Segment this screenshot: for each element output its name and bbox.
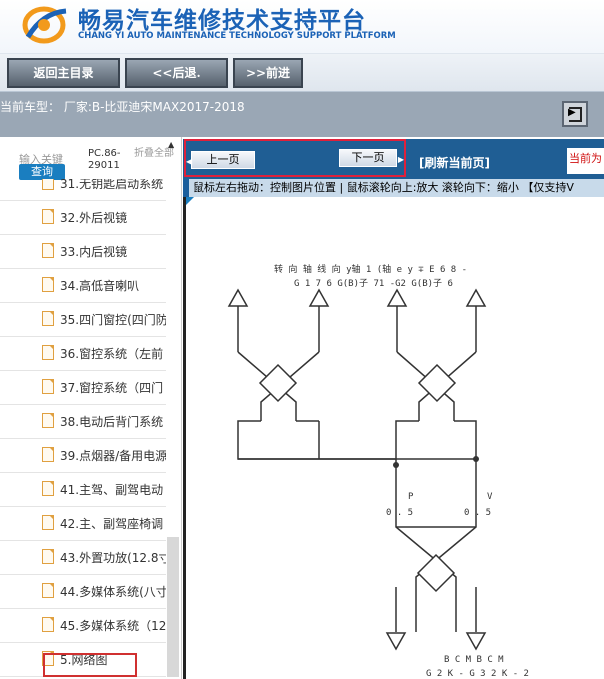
tree-item-label: 33.内后视镜	[60, 245, 128, 259]
tree-item[interactable]: 34.高低音喇叭	[0, 269, 166, 303]
content-area: 上一页 下一页 [刷新当前页] 当前为 鼠标左右拖动：控制图片位置 | 鼠标滚轮…	[183, 137, 604, 679]
document-icon	[42, 583, 54, 598]
value-v: 0 . 5	[464, 508, 491, 518]
tree-item[interactable]: 33.内后视镜	[0, 235, 166, 269]
tree-item[interactable]: 31.无钥匙启动系统	[0, 179, 166, 201]
tree-item-label: 41.主驾、副驾电动	[60, 483, 164, 497]
document-icon	[42, 617, 54, 632]
app-title: 畅易汽车维修技术支持平台	[78, 8, 366, 34]
tree-item-label: 32.外后视镜	[60, 211, 128, 225]
tree-item-label: 45.多媒体系统（12	[60, 619, 166, 633]
tree-item-label: 31.无钥匙启动系统	[60, 179, 164, 191]
document-icon	[42, 379, 54, 394]
back-to-main-button[interactable]: 返回主目录	[7, 58, 120, 88]
tree-item-label: 34.高低音喇叭	[60, 279, 140, 293]
label-p: P	[408, 492, 414, 502]
forward-button[interactable]: >>前进	[233, 58, 303, 88]
document-tree: 31.无钥匙启动系统 32.外后视镜 33.内后视镜 34.高低音喇叭 35.四门窗控(…	[0, 179, 166, 679]
document-icon	[42, 209, 54, 224]
diagram-top-labels: 转 向 轴 线 向 y轴 1 (轴 e y ∓ E 6 8 -	[274, 263, 467, 275]
tree-item-label: 43.外置功放(12.8寸	[60, 551, 166, 565]
document-icon	[42, 243, 54, 258]
document-icon	[42, 413, 54, 428]
tree-item[interactable]: 35.四门窗控(四门防	[0, 303, 166, 337]
document-icon	[42, 311, 54, 326]
document-icon	[42, 447, 54, 462]
sidebar: 输入关键 查询 PC.86-29011 折叠全部 ▲ 31.无钥匙启动系统 32.…	[0, 137, 182, 679]
bottom-connector	[385, 459, 487, 651]
collapse-all-button[interactable]: 折叠全部	[134, 148, 174, 160]
tree-item[interactable]: 45.多媒体系统（12	[0, 609, 166, 643]
tree-item[interactable]: 37.窗控系统（四门	[0, 371, 166, 405]
tree-item[interactable]: 38.电动后背门系统	[0, 405, 166, 439]
tree-item[interactable]: 44.多媒体系统(八寸	[0, 575, 166, 609]
left-connector	[227, 288, 396, 460]
expand-panel-button[interactable]: ▶	[562, 101, 588, 127]
logo-icon	[22, 6, 67, 44]
tree-item[interactable]: 32.外后视镜	[0, 201, 166, 235]
tree-item[interactable]: 42.主、副驾座椅调	[0, 507, 166, 541]
value-p: 0 . 5	[386, 508, 413, 518]
app-subtitle: CHANG YI AUTO MAINTENANCE TECHNOLOGY SUP…	[78, 31, 396, 41]
diagram-viewer[interactable]: 转 向 轴 线 向 y轴 1 (轴 e y ∓ E 6 8 - G 1 7 6 …	[183, 197, 604, 679]
sidebar-scrollbar[interactable]	[167, 537, 179, 677]
tab-pc[interactable]: PC.86-29011	[88, 148, 122, 172]
tree-item[interactable]: 36.窗控系统（左前	[0, 337, 166, 371]
document-icon	[42, 515, 54, 530]
tree-item[interactable]: 43.外置功放(12.8寸	[0, 541, 166, 575]
current-vehicle-label: 当前车型： 厂家:B-比亚迪宋MAX2017-2018	[0, 100, 245, 114]
scroll-up-icon[interactable]: ▲	[168, 140, 174, 149]
tree-item-label: 42.主、副驾座椅调	[60, 517, 164, 531]
selected-item-highlight	[43, 653, 137, 677]
hint-bar: 鼠标左右拖动：控制图片位置 | 鼠标滚轮向上:放大 滚轮向下：缩小 【仅支持V	[183, 179, 604, 197]
nav-highlight	[184, 139, 406, 177]
tree-item-label: 39.点烟器/备用电源	[60, 449, 166, 463]
vehicle-bar: 当前车型： 厂家:B-比亚迪宋MAX2017-2018	[0, 92, 604, 137]
document-icon	[42, 277, 54, 292]
tree-item[interactable]: 41.主驾、副驾电动	[0, 473, 166, 507]
diagram-bottom-labels: B C M B C M	[444, 655, 504, 665]
label-v: V	[487, 492, 493, 502]
tree-item[interactable]: 39.点烟器/备用电源	[0, 439, 166, 473]
arrow-right-icon: ▶	[568, 107, 576, 118]
document-icon	[42, 549, 54, 564]
document-icon	[42, 345, 54, 360]
tree-item-label: 37.窗控系统（四门	[60, 381, 164, 395]
toolbar: 返回主目录 <<后退. >>前进	[0, 54, 604, 92]
diagram-bottom-values: G 2 K - G 3 2 K - 2	[426, 669, 529, 679]
tree-item-label: 35.四门窗控(四门防	[60, 313, 166, 327]
refresh-page-link[interactable]: [刷新当前页]	[419, 154, 490, 171]
network-diagram: 转 向 轴 线 向 y轴 1 (轴 e y ∓ E 6 8 - G 1 7 6 …	[227, 263, 529, 679]
current-page-label: 当前为	[567, 148, 604, 174]
diagram-top-values: G 1 7 6 G(B)子 71 -G2 G(B)子 6	[294, 278, 453, 289]
tree-item-label: 44.多媒体系统(八寸	[60, 585, 166, 599]
header: 畅易汽车维修技术支持平台 CHANG YI AUTO MAINTENANCE T…	[0, 0, 604, 54]
tree-item-label: 38.电动后背门系统	[60, 415, 164, 429]
document-icon	[42, 179, 54, 190]
search-button[interactable]: 查询	[19, 164, 65, 180]
back-button[interactable]: <<后退.	[125, 58, 228, 88]
document-icon	[42, 481, 54, 496]
tree-item-label: 36.窗控系统（左前	[60, 347, 164, 361]
